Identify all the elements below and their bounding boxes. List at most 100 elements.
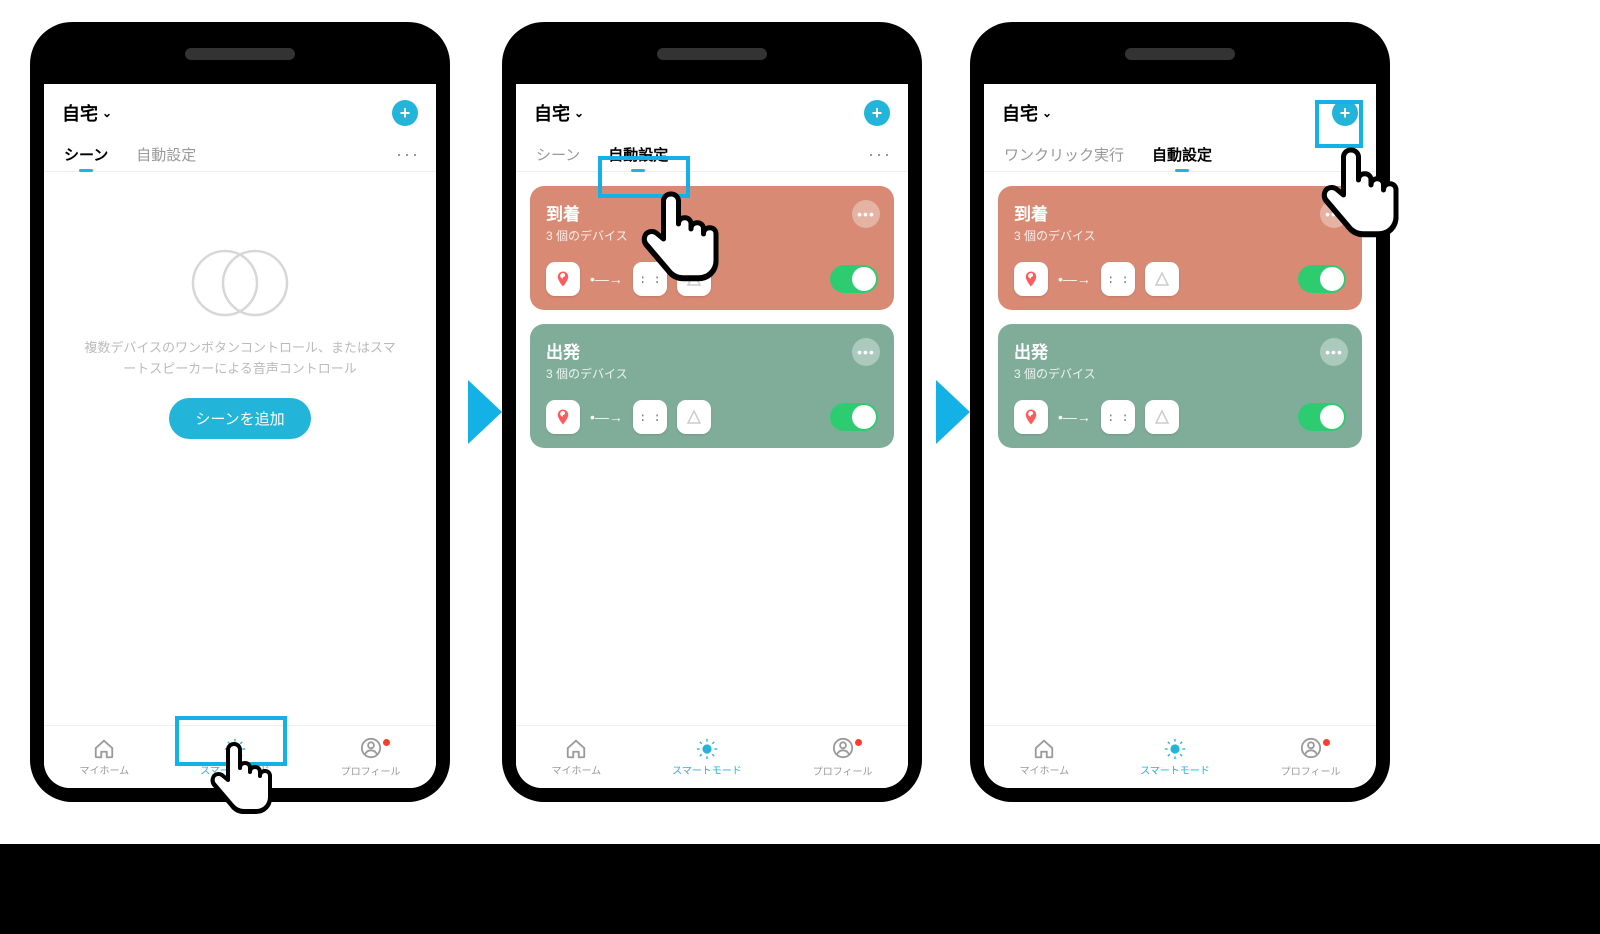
tab-more-button[interactable]: ··· — [868, 144, 892, 165]
device-plug-icon: : : — [1101, 400, 1135, 434]
tabbar-smart-label: スマートモード — [672, 762, 742, 777]
home-icon — [565, 738, 587, 760]
chevron-down-icon: ⌄ — [1042, 106, 1052, 120]
top-bar: 自宅 ⌄ + — [44, 84, 436, 130]
tabbar-profile-label: プロフィール — [341, 763, 401, 778]
tab-oneclick[interactable]: ワンクリック実行 — [1000, 138, 1128, 171]
automation-card-departure[interactable]: 出発 3 個のデバイス ••• •—→ : : — [998, 324, 1362, 448]
tab-scene-label: シーン — [536, 147, 580, 164]
automation-toggle[interactable] — [1298, 403, 1346, 431]
phone-screen-2: 自宅 ⌄ + シーン 自動設定 ··· 到着 3 個のデバイス ••• •—→ … — [516, 84, 908, 788]
tabbar-profile[interactable]: プロフィール — [341, 737, 401, 778]
card-device-row: •—→ : : — [1014, 262, 1346, 296]
profile-icon — [360, 737, 382, 759]
device-remote-icon — [1145, 262, 1179, 296]
add-button[interactable]: + — [864, 100, 890, 126]
ellipsis-icon: ••• — [857, 344, 875, 360]
tabbar-home-label: マイホーム — [551, 762, 601, 777]
card-more-button[interactable]: ••• — [1320, 200, 1348, 228]
more-icon: ··· — [868, 144, 892, 164]
card-more-button[interactable]: ••• — [852, 338, 880, 366]
home-label: 自宅 — [1002, 100, 1038, 126]
tab-scene-label: シーン — [64, 147, 108, 164]
tab-scene[interactable]: シーン — [532, 138, 584, 171]
phone-speaker — [1125, 48, 1235, 60]
device-remote-icon — [1145, 400, 1179, 434]
tabbar-smart[interactable]: スマートモード — [1140, 738, 1210, 777]
card-title: 到着 — [1014, 200, 1346, 225]
location-icon — [1014, 400, 1048, 434]
step-arrow-icon — [936, 380, 970, 444]
tabbar-home-label: マイホーム — [1019, 762, 1069, 777]
home-selector[interactable]: 自宅 ⌄ — [534, 100, 584, 126]
phone-frame-1: 自宅 ⌄ + シーン 自動設定 ··· 複数デバイスのワンボタンコントロール、ま… — [30, 22, 450, 802]
add-button[interactable]: + — [392, 100, 418, 126]
bottom-tab-bar: マイホーム スマートモード プロフィール — [516, 725, 908, 788]
phone-frame-2: 自宅 ⌄ + シーン 自動設定 ··· 到着 3 個のデバイス ••• •—→ … — [502, 22, 922, 802]
device-remote-icon — [677, 262, 711, 296]
card-more-button[interactable]: ••• — [852, 200, 880, 228]
automation-card-arrival[interactable]: 到着 3 個のデバイス ••• •—→ : : — [530, 186, 894, 310]
arrow-right-icon: •—→ — [1058, 409, 1091, 425]
phone-screen-3: 自宅 ⌄ + ワンクリック実行 自動設定 到着 3 個のデバイス ••• •—→… — [984, 84, 1376, 788]
device-remote-icon — [677, 400, 711, 434]
card-title: 出発 — [546, 338, 878, 363]
automation-toggle[interactable] — [830, 265, 878, 293]
phone-speaker — [657, 48, 767, 60]
device-plug-icon: : : — [633, 400, 667, 434]
add-scene-button[interactable]: シーンを追加 — [169, 398, 310, 439]
card-subtitle: 3 個のデバイス — [546, 227, 878, 244]
arrow-right-icon: •—→ — [590, 271, 623, 287]
automation-card-arrival[interactable]: 到着 3 個のデバイス ••• •—→ : : — [998, 186, 1362, 310]
tabbar-home[interactable]: マイホーム — [79, 738, 129, 777]
highlight-add-button — [1315, 100, 1363, 148]
bottom-tab-bar: マイホーム スマートモード プロフィール — [984, 725, 1376, 788]
tab-oneclick-label: ワンクリック実行 — [1004, 147, 1124, 164]
tab-more-button[interactable]: ··· — [396, 144, 420, 165]
more-icon: ··· — [396, 144, 420, 164]
card-subtitle: 3 個のデバイス — [546, 365, 878, 382]
plus-icon: + — [400, 103, 411, 124]
phone-screen-1: 自宅 ⌄ + シーン 自動設定 ··· 複数デバイスのワンボタンコントロール、ま… — [44, 84, 436, 788]
tabbar-profile[interactable]: プロフィール — [813, 737, 873, 778]
card-more-button[interactable]: ••• — [1320, 338, 1348, 366]
card-device-row: •—→ : : — [1014, 400, 1346, 434]
home-icon — [1033, 738, 1055, 760]
tabbar-home[interactable]: マイホーム — [1019, 738, 1069, 777]
tab-auto-label: 自動設定 — [136, 147, 196, 164]
profile-icon — [1300, 737, 1322, 759]
card-subtitle: 3 個のデバイス — [1014, 227, 1346, 244]
tab-auto[interactable]: 自動設定 — [132, 138, 200, 171]
automation-card-departure[interactable]: 出発 3 個のデバイス ••• •—→ : : — [530, 324, 894, 448]
card-device-row: •—→ : : — [546, 262, 878, 296]
automation-toggle[interactable] — [1298, 265, 1346, 293]
tabbar-home-label: マイホーム — [79, 762, 129, 777]
home-selector[interactable]: 自宅 ⌄ — [1002, 100, 1052, 126]
tabbar-profile-label: プロフィール — [813, 763, 873, 778]
smart-mode-icon — [696, 738, 718, 760]
highlight-auto-tab — [598, 156, 690, 198]
page-footer-bar — [0, 844, 1600, 934]
home-selector[interactable]: 自宅 ⌄ — [62, 100, 112, 126]
card-title: 出発 — [1014, 338, 1346, 363]
tabbar-home[interactable]: マイホーム — [551, 738, 601, 777]
tab-auto[interactable]: 自動設定 — [1148, 138, 1216, 171]
profile-icon — [832, 737, 854, 759]
add-scene-label: シーンを追加 — [195, 411, 284, 428]
content-body: 到着 3 個のデバイス ••• •—→ : : 出発 3 個のデバイス ••• … — [984, 172, 1376, 725]
tabbar-smart[interactable]: スマートモード — [672, 738, 742, 777]
tabbar-profile[interactable]: プロフィール — [1281, 737, 1341, 778]
card-device-row: •—→ : : — [546, 400, 878, 434]
top-bar: 自宅 ⌄ + — [516, 84, 908, 130]
ellipsis-icon: ••• — [1325, 344, 1343, 360]
venn-diagram-icon — [185, 246, 295, 320]
arrow-right-icon: •—→ — [590, 409, 623, 425]
location-icon — [546, 400, 580, 434]
location-icon — [1014, 262, 1048, 296]
chevron-down-icon: ⌄ — [102, 106, 112, 120]
tabbar-smart-label: スマートモード — [1140, 762, 1210, 777]
ellipsis-icon: ••• — [857, 206, 875, 222]
automation-toggle[interactable] — [830, 403, 878, 431]
tab-scene[interactable]: シーン — [60, 138, 112, 171]
tab-bar: シーン 自動設定 ··· — [516, 130, 908, 172]
